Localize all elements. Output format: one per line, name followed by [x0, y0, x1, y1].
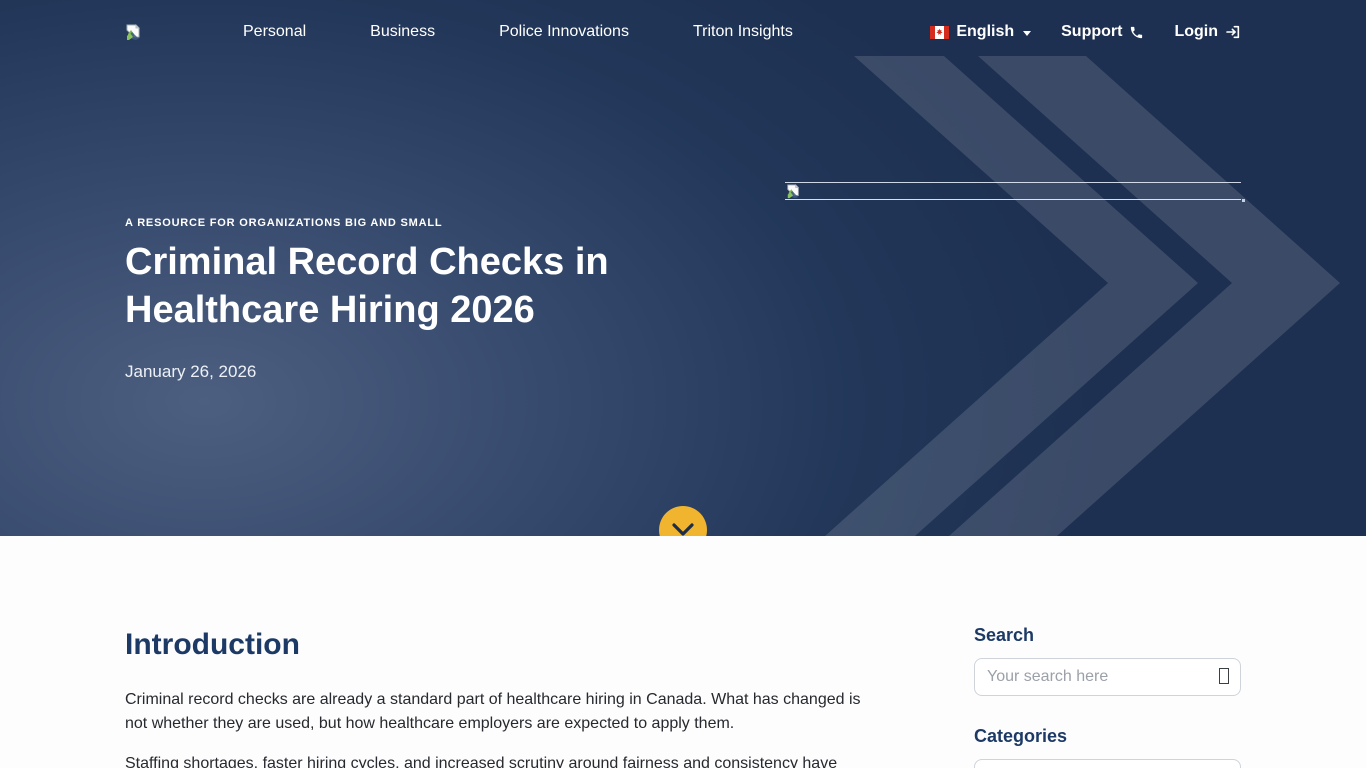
- category-select[interactable]: Select Category: [974, 759, 1241, 768]
- page-title: Criminal Record Checks in Healthcare Hir…: [125, 238, 705, 334]
- search-box: [974, 658, 1241, 696]
- nav-item-police-innovations[interactable]: Police Innovations: [499, 23, 629, 41]
- main-content: Introduction Criminal record checks are …: [0, 536, 1366, 768]
- language-label: English: [956, 23, 1014, 41]
- hero-media: [785, 182, 1241, 382]
- section-heading-introduction: Introduction: [125, 628, 861, 662]
- article-body: Introduction Criminal record checks are …: [125, 628, 861, 768]
- broken-image-icon: [125, 24, 142, 41]
- chevron-down-icon: [672, 523, 694, 536]
- nav-item-triton-insights[interactable]: Triton Insights: [693, 23, 793, 41]
- login-link[interactable]: Login: [1174, 23, 1241, 41]
- main-navigation: Personal Business Police Innovations Tri…: [243, 23, 793, 41]
- article-paragraph: Criminal record checks are already a sta…: [125, 688, 861, 736]
- broken-image-icon: [786, 184, 801, 199]
- search-input[interactable]: [974, 658, 1241, 696]
- support-link[interactable]: Support: [1061, 23, 1144, 41]
- utility-navigation: English Support Login: [930, 23, 1241, 41]
- site-logo-broken-image[interactable]: [125, 23, 143, 41]
- article-date: January 26, 2026: [125, 362, 735, 382]
- search-submit-icon[interactable]: [1219, 668, 1229, 684]
- article-paragraph: Staffing shortages, faster hiring cycles…: [125, 752, 861, 768]
- hero-eyebrow: A RESOURCE FOR ORGANIZATIONS BIG AND SMA…: [125, 217, 735, 229]
- phone-icon: [1129, 25, 1144, 40]
- nav-item-personal[interactable]: Personal: [243, 23, 306, 41]
- login-label: Login: [1174, 23, 1218, 41]
- categories-heading: Categories: [974, 726, 1241, 747]
- search-heading: Search: [974, 625, 1241, 646]
- scroll-down-button[interactable]: [659, 506, 707, 536]
- hero-content: A RESOURCE FOR ORGANIZATIONS BIG AND SMA…: [113, 64, 1253, 382]
- support-label: Support: [1061, 23, 1122, 41]
- hero-copy: A RESOURCE FOR ORGANIZATIONS BIG AND SMA…: [125, 182, 735, 382]
- site-header: Personal Business Police Innovations Tri…: [0, 0, 1366, 64]
- nav-item-business[interactable]: Business: [370, 23, 435, 41]
- chevron-down-icon: [1023, 31, 1031, 36]
- categories-block: Categories Select Category: [974, 726, 1241, 768]
- hero-broken-image-placeholder: [785, 182, 1241, 200]
- language-selector[interactable]: English: [930, 23, 1031, 41]
- sidebar: Search Categories Select Category: [974, 625, 1241, 768]
- canada-flag-icon: [930, 26, 949, 39]
- hero-section: Personal Business Police Innovations Tri…: [0, 0, 1366, 536]
- sign-in-icon: [1225, 24, 1241, 40]
